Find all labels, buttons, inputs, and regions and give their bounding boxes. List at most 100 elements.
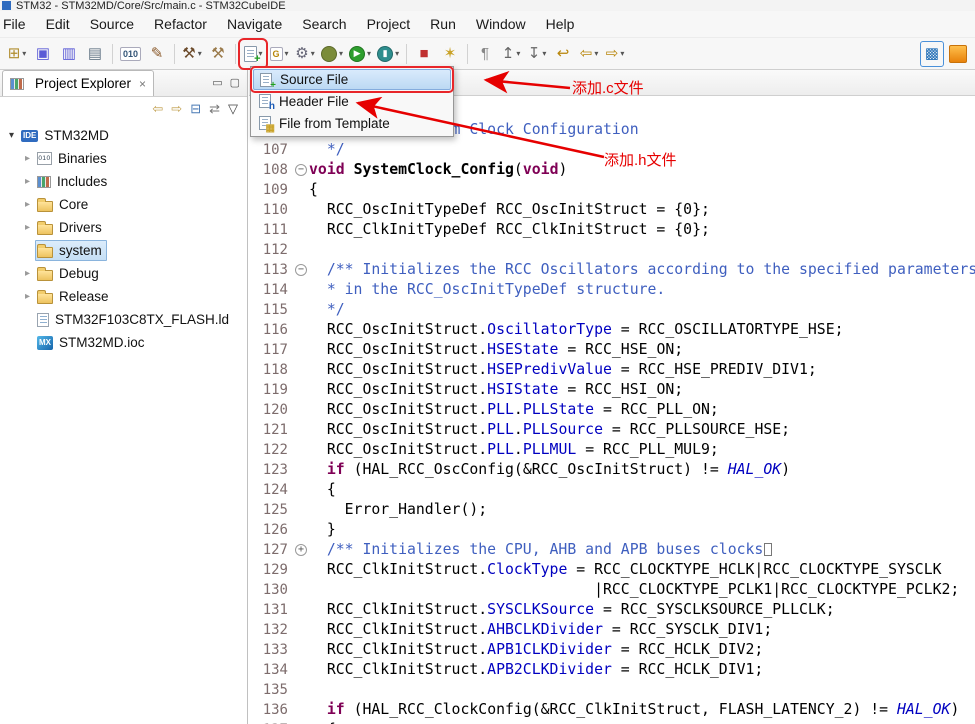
new-source-file-button[interactable]: + ▾ [238,37,269,70]
maximize-button[interactable]: ▢ [230,76,240,89]
menu-project[interactable]: Project [357,13,421,35]
code-line[interactable]: 131 RCC_ClkInitStruct.SYSCLKSource = RCC… [249,600,975,620]
forward-button[interactable]: ⇨ ▾ [603,41,627,67]
generate-code-button[interactable]: G ▾ [267,41,291,67]
code-line[interactable]: 119 RCC_OscInitStruct.HSIState = RCC_HSI… [249,380,975,400]
minimize-button[interactable]: ▭ [212,76,222,89]
external-tools-button[interactable]: ⚙ ▾ [293,41,317,67]
chevron-icon[interactable]: ▸ [20,291,35,302]
perspective-icon [949,44,967,63]
debug-button[interactable]: ▾ [319,41,345,67]
save-button[interactable]: ▣ [31,41,55,67]
collapse-all-icon[interactable]: ⊟ [190,101,201,117]
open-window-button[interactable]: ▩ [920,40,944,67]
code-line[interactable]: 116 RCC_OscInitStruct.OscillatorType = R… [249,320,975,340]
code-line[interactable]: 118 RCC_OscInitStruct.HSEPredivValue = R… [249,360,975,380]
link-with-editor-icon[interactable]: ⇄ [209,101,220,117]
code-lines[interactable]: 105/**106 * @brief System Clock Configur… [249,96,975,724]
tree-item-stm32md-ioc[interactable]: MX STM32MD.ioc [0,331,247,354]
code-line[interactable]: 132 RCC_ClkInitStruct.AHBCLKDivider = RC… [249,620,975,640]
new-wizard-button[interactable]: ⊞ ▾ [5,41,29,67]
prev-annotation-button[interactable]: ↥ ▾ [499,41,523,67]
code-line[interactable]: 127 + /** Initializes the CPU, AHB and AP… [249,540,975,560]
terminate-button[interactable]: ■ [412,41,436,67]
code-line[interactable]: 136 if (HAL_RCC_ClockConfig(&RCC_ClkInit… [249,700,975,720]
tab-project-explorer[interactable]: Project Explorer × [2,70,155,96]
menu-item-file-from-template[interactable]: ▦ File from Template [253,112,451,134]
chevron-icon[interactable]: ▾ [4,130,19,141]
fold-plus-icon[interactable]: + [295,544,307,556]
chevron-icon[interactable]: ▸ [20,153,35,164]
line-number: 110 [262,202,288,218]
back-icon[interactable]: ⇦ [152,101,163,117]
menu-navigate[interactable]: Navigate [217,13,292,35]
code-line[interactable]: 126 } [249,520,975,540]
next-annotation-button[interactable]: ↧ ▾ [525,41,549,67]
menu-help[interactable]: Help [536,13,585,35]
code-line[interactable]: 129 RCC_ClkInitStruct.ClockType = RCC_CL… [249,560,975,580]
code-line[interactable]: 112 [249,240,975,260]
code-line[interactable]: 121 RCC_OscInitStruct.PLL.PLLSource = RC… [249,420,975,440]
print-button[interactable]: ▤ [83,41,107,67]
show-whitespace-button[interactable]: ¶ [473,41,497,67]
chevron-icon[interactable]: ▸ [20,176,35,187]
search-button[interactable]: ✶ [438,41,462,67]
code-line[interactable]: 130 |RCC_CLOCKTYPE_PCLK1|RCC_CLOCKTYPE_P… [249,580,975,600]
menu-item-source-file[interactable]: + Source File [250,66,454,93]
tree-item-debug[interactable]: ▸ Debug [0,262,247,285]
tree-item-includes[interactable]: ▸ Includes [0,170,247,193]
menu-refactor[interactable]: Refactor [144,13,217,35]
fold-minus-icon[interactable]: − [295,164,307,176]
menu-edit[interactable]: Edit [36,13,80,35]
tree-item-release[interactable]: ▸ Release [0,285,247,308]
menu-source[interactable]: Source [80,13,144,35]
code-line[interactable]: 124 { [249,480,975,500]
line-number: 113 [262,262,288,278]
tree-item-system[interactable]: system [0,239,247,262]
code-line[interactable]: 111 RCC_ClkInitTypeDef RCC_ClkInitStruct… [249,220,975,240]
build-button[interactable]: ⚒ ▾ [180,41,204,67]
line-number: 133 [262,642,288,658]
chevron-icon[interactable]: ▸ [20,268,35,279]
code-line[interactable]: 120 RCC_OscInitStruct.PLL.PLLState = RCC… [249,400,975,420]
build-all-button[interactable]: ⚒ [206,41,230,67]
tree-item-binaries[interactable]: ▸ 010 Binaries [0,147,247,170]
code-line[interactable]: 134 RCC_ClkInitStruct.APB2CLKDivider = R… [249,660,975,680]
close-icon[interactable]: × [139,77,146,91]
forward-icon[interactable]: ⇨ [171,101,182,117]
edit-button[interactable]: ✎ [145,41,169,67]
chevron-icon[interactable]: ▸ [20,199,35,210]
chevron-icon[interactable]: ▸ [20,222,35,233]
code-line[interactable]: 135 [249,680,975,700]
code-line[interactable]: 113− /** Initializes the RCC Oscillators… [249,260,975,280]
menu-search[interactable]: Search [292,13,356,35]
menu-item-header-file[interactable]: h Header File [253,90,451,112]
code-line[interactable]: 137 { [249,720,975,724]
code-line[interactable]: 123 if (HAL_RCC_OscConfig(&RCC_OscInitSt… [249,460,975,480]
perspective-button[interactable] [946,41,970,67]
code-line[interactable]: 110 RCC_OscInitTypeDef RCC_OscInitStruct… [249,200,975,220]
tree-item-stm32f103c8tx-flash-ld[interactable]: STM32F103C8TX_FLASH.ld [0,308,247,331]
tree-item-core[interactable]: ▸ Core [0,193,247,216]
profile-button[interactable]: ▮ ▾ [375,41,401,67]
open-element-button[interactable]: 010 [118,41,143,67]
last-edit-location-button[interactable]: ↩ [551,41,575,67]
save-all-button[interactable]: ▥ [57,41,81,67]
code-line[interactable]: 117 RCC_OscInitStruct.HSEState = RCC_HSE… [249,340,975,360]
code-line[interactable]: 125 Error_Handler(); [249,500,975,520]
menu-window[interactable]: Window [466,13,536,35]
tree-item-drivers[interactable]: ▸ Drivers [0,216,247,239]
menu-run[interactable]: Run [420,13,466,35]
tree-item-stm32md[interactable]: ▾ IDE STM32MD [0,124,247,147]
code-line[interactable]: 114 * in the RCC_OscInitTypeDef structur… [249,280,975,300]
fold-column: − [293,260,309,280]
code-line[interactable]: 133 RCC_ClkInitStruct.APB1CLKDivider = R… [249,640,975,660]
code-line[interactable]: 115 */ [249,300,975,320]
run-button[interactable]: ▶ ▾ [347,41,373,67]
code-line[interactable]: 122 RCC_OscInitStruct.PLL.PLLMUL = RCC_P… [249,440,975,460]
fold-minus-icon[interactable]: − [295,264,307,276]
code-line[interactable]: 109{ [249,180,975,200]
menu-file[interactable]: File [0,13,36,35]
view-menu-icon[interactable]: ▽ [228,101,238,117]
back-button[interactable]: ⇦ ▾ [577,41,601,67]
